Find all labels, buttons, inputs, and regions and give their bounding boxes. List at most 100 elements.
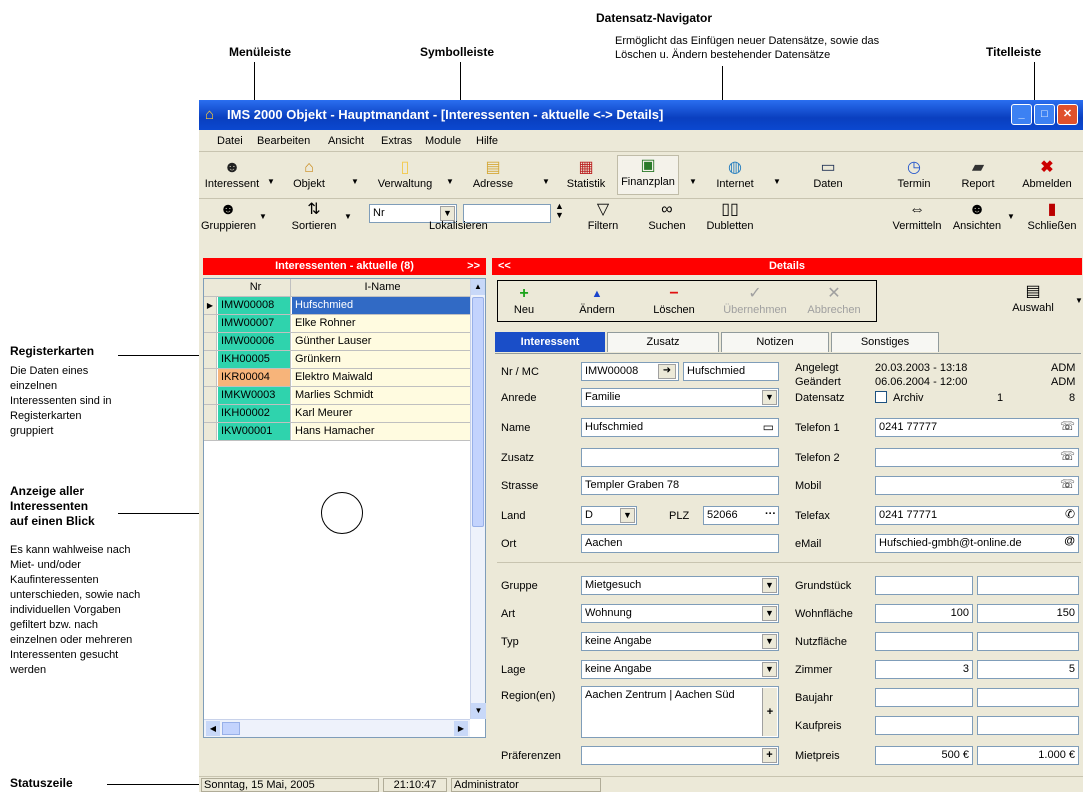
gruppieren-button[interactable]: ☻ Gruppieren	[201, 200, 256, 232]
loeschen-button[interactable]: − Löschen	[648, 284, 700, 316]
wohnflaeche-min[interactable]: 100	[875, 604, 973, 623]
uebernehmen-button[interactable]: ✓ Übernehmen	[720, 284, 790, 316]
chevron-down-icon[interactable]: ▼	[267, 177, 275, 186]
hscroll-thumb[interactable]	[222, 722, 240, 735]
menu-bearbeiten[interactable]: Bearbeiten	[257, 135, 310, 147]
grundstueck-max[interactable]	[977, 576, 1079, 595]
minimize-icon[interactable]: _	[1011, 104, 1032, 125]
spin-icon[interactable]: ▲ ▼	[555, 202, 564, 220]
ansichten-button[interactable]: ☻ Ansichten	[949, 200, 1005, 232]
cell-name[interactable]: Hans Hamacher	[292, 423, 470, 440]
typ-select[interactable]: keine Angabe ▼	[581, 632, 779, 651]
add-region-icon[interactable]: +	[762, 688, 777, 736]
horizontal-scrollbar[interactable]: ◀ ▶	[204, 719, 470, 737]
menu-extras[interactable]: Extras	[381, 135, 412, 147]
add-preference-icon[interactable]: +	[762, 748, 777, 763]
kaufpreis-min[interactable]	[875, 716, 973, 735]
cell-nr[interactable]: IKH00002	[218, 405, 291, 422]
vertical-scrollbar[interactable]: ▲ ▼	[470, 279, 486, 719]
tab-interessent[interactable]: Interessent	[495, 332, 605, 352]
finanzplan-button[interactable]: ▣ Finanzplan	[617, 155, 679, 195]
interessent-button[interactable]: ☻ Interessent	[203, 158, 261, 190]
gruppe-select[interactable]: Mietgesuch ▼	[581, 576, 779, 595]
telefon1-field[interactable]: 0241 77777 ☏	[875, 418, 1079, 437]
daten-button[interactable]: ▭ Daten	[807, 158, 849, 190]
table-row[interactable]: IMW00006 Günther Lauser	[204, 333, 470, 351]
zimmer-min[interactable]: 3	[875, 660, 973, 679]
filtern-button[interactable]: ▽ Filtern	[583, 200, 623, 232]
table-row[interactable]: IMKW0003 Marlies Schmidt	[204, 387, 470, 405]
table-row[interactable]: ▶ IMW00008 Hufschmied	[204, 297, 470, 315]
cell-nr[interactable]: IKR00004	[218, 369, 291, 386]
collapse-list-icon[interactable]: >>	[467, 258, 480, 275]
close-icon[interactable]: ✕	[1057, 104, 1078, 125]
phone-icon[interactable]: ☏	[1060, 449, 1075, 463]
cell-nr[interactable]: IMKW0003	[218, 387, 291, 404]
cell-name[interactable]: Elke Rohner	[292, 315, 470, 332]
nutzflaeche-max[interactable]	[977, 632, 1079, 651]
mietpreis-min[interactable]: 500 €	[875, 746, 973, 765]
praeferenzen-field[interactable]: +	[581, 746, 779, 765]
menu-hilfe[interactable]: Hilfe	[476, 135, 498, 147]
chevron-down-icon[interactable]: ▼	[542, 177, 550, 186]
zimmer-max[interactable]: 5	[977, 660, 1079, 679]
nr-field[interactable]: IMW00008 ➜	[581, 362, 679, 381]
chevron-down-icon[interactable]: ▼	[689, 177, 697, 186]
maximize-icon[interactable]: □	[1034, 104, 1055, 125]
vermitteln-button[interactable]: ⇔ Vermitteln	[889, 200, 945, 232]
statistik-button[interactable]: ▦ Statistik	[561, 158, 611, 190]
lage-select[interactable]: keine Angabe ▼	[581, 660, 779, 679]
scroll-thumb[interactable]	[472, 297, 484, 527]
chevron-down-icon[interactable]: ▼	[259, 212, 267, 221]
card-icon[interactable]: ▭	[763, 420, 774, 434]
neu-button[interactable]: + Neu	[504, 284, 544, 316]
menu-datei[interactable]: Datei	[217, 135, 243, 147]
verwaltung-button[interactable]: ▯ Verwaltung	[374, 158, 436, 190]
scroll-up-icon[interactable]: ▲	[471, 279, 485, 295]
chevron-down-icon[interactable]: ▼	[1075, 296, 1083, 305]
suchen-button[interactable]: ∞ Suchen	[643, 200, 691, 232]
wohnflaeche-max[interactable]: 150	[977, 604, 1079, 623]
objekt-button[interactable]: ⌂ Objekt	[283, 158, 335, 190]
plz-field[interactable]: 52066 ···	[703, 506, 779, 525]
strasse-field[interactable]: Templer Graben 78	[581, 476, 779, 495]
table-row[interactable]: IKH00005 Grünkern	[204, 351, 470, 369]
report-button[interactable]: ▰ Report	[955, 158, 1001, 190]
row-indicator[interactable]	[204, 333, 217, 350]
name-field[interactable]: Hufschmied ▭	[581, 418, 779, 437]
telefax-field[interactable]: 0241 77771 ✆	[875, 506, 1079, 525]
at-icon[interactable]: @	[1064, 535, 1075, 547]
tab-zusatz[interactable]: Zusatz	[607, 332, 719, 352]
anrede-select[interactable]: Familie ▼	[581, 388, 779, 407]
cell-name[interactable]: Marlies Schmidt	[292, 387, 470, 404]
telefon2-field[interactable]: ☏	[875, 448, 1079, 467]
cell-name[interactable]: Karl Meurer	[292, 405, 470, 422]
arrow-right-icon[interactable]: ➜	[658, 364, 676, 379]
cell-nr[interactable]: IKH00005	[218, 351, 291, 368]
row-indicator[interactable]	[204, 405, 217, 422]
nutzflaeche-min[interactable]	[875, 632, 973, 651]
column-header-nr[interactable]: Nr	[218, 279, 291, 296]
aendern-button[interactable]: ▲ Ändern	[574, 284, 620, 316]
tab-sonstiges[interactable]: Sonstiges	[831, 332, 939, 352]
cell-nr[interactable]: IKW00001	[218, 423, 291, 440]
row-indicator[interactable]: ▶	[204, 297, 217, 314]
grundstueck-min[interactable]	[875, 576, 973, 595]
table-row[interactable]: IMW00007 Elke Rohner	[204, 315, 470, 333]
phone-icon[interactable]: ☏	[1060, 419, 1075, 433]
mc-field[interactable]: Hufschmied	[683, 362, 779, 381]
termin-button[interactable]: ◷ Termin	[891, 158, 937, 190]
abmelden-button[interactable]: ✖ Abmelden	[1017, 158, 1077, 190]
row-indicator[interactable]	[204, 387, 217, 404]
scroll-right-icon[interactable]: ▶	[454, 721, 468, 736]
internet-button[interactable]: ◍ Internet	[708, 158, 762, 190]
table-row[interactable]: IKR00004 Elektro Maiwald	[204, 369, 470, 387]
more-dots-icon[interactable]: ···	[765, 508, 776, 520]
mobil-field[interactable]: ☏	[875, 476, 1079, 495]
scroll-left-icon[interactable]: ◀	[206, 721, 220, 736]
cell-nr[interactable]: IMW00008	[218, 297, 291, 314]
sortieren-button[interactable]: ⇅ Sortieren	[287, 200, 341, 232]
row-indicator[interactable]	[204, 351, 217, 368]
auswahl-button[interactable]: ▤ Auswahl	[1005, 282, 1061, 314]
abbrechen-button[interactable]: ✕ Abbrechen	[802, 284, 866, 316]
